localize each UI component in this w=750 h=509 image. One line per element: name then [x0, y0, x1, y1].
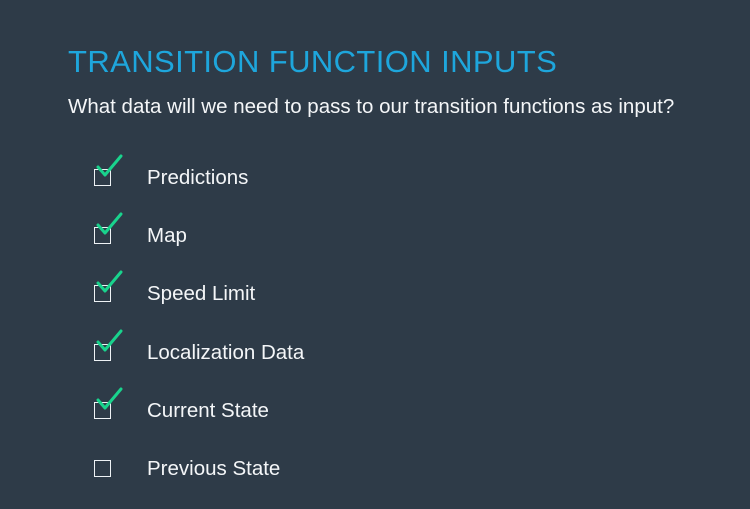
- checklist-item-speed-limit: Speed Limit: [94, 270, 614, 334]
- checklist-item-localization-data: Localization Data: [94, 329, 614, 393]
- checkmark-icon: [96, 270, 123, 293]
- checklist-label: Speed Limit: [147, 282, 256, 306]
- slide-subtitle: What data will we need to pass to our tr…: [68, 95, 675, 118]
- slide-title: TRANSITION FUNCTION INPUTS: [68, 44, 558, 79]
- checklist-item-current-state: Current State: [94, 387, 614, 451]
- checklist: Predictions Map Speed Limit Localization…: [94, 154, 614, 509]
- checkmark-icon: [96, 212, 123, 235]
- checklist-label: Current State: [147, 398, 269, 422]
- checklist-label: Predictions: [147, 166, 249, 189]
- slide: TRANSITION FUNCTION INPUTS What data wil…: [0, 0, 750, 502]
- checkmark-icon: [96, 387, 123, 410]
- checkmark-icon: [96, 329, 123, 352]
- checklist-item-map: Map: [94, 212, 614, 276]
- checklist-label: Localization Data: [147, 340, 305, 364]
- checklist-label: Map: [147, 224, 187, 248]
- checklist-item-predictions: Predictions: [94, 154, 614, 218]
- checkbox-icon: [94, 459, 111, 477]
- checklist-label: Previous State: [147, 456, 281, 480]
- checklist-item-previous-state: Previous State: [94, 451, 614, 509]
- checkmark-icon: [96, 154, 123, 177]
